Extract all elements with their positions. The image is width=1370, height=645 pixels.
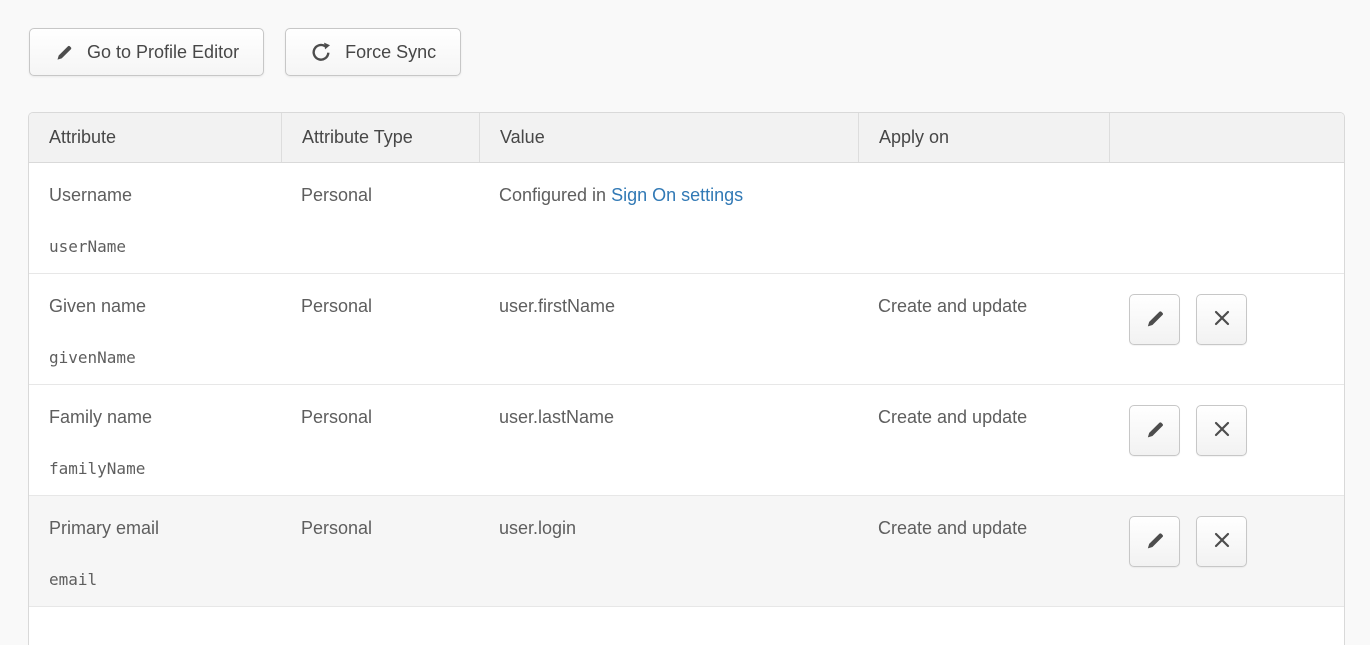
apply-on-cell: Create and update [858, 496, 1109, 606]
pencil-icon [1144, 307, 1166, 332]
attribute-variable: givenName [49, 347, 261, 369]
edit-attribute-button[interactable] [1129, 516, 1180, 567]
header-value: Value [479, 113, 858, 162]
attribute-variable: familyName [49, 458, 261, 480]
pencil-icon [1144, 418, 1166, 443]
pencil-icon [54, 42, 74, 62]
table-row-partial [29, 607, 1344, 644]
attribute-cell: Given name givenName [29, 274, 281, 384]
edit-attribute-button[interactable] [1129, 294, 1180, 345]
x-icon [1211, 418, 1233, 443]
apply-on-cell: Create and update [858, 274, 1109, 384]
value-cell: user.firstName [479, 274, 858, 384]
x-icon [1211, 529, 1233, 554]
force-sync-button[interactable]: Force Sync [285, 28, 461, 76]
value-cell: user.lastName [479, 385, 858, 495]
actions-cell [1109, 496, 1344, 606]
attribute-type-cell: Personal [281, 163, 479, 273]
attribute-mappings-table: Attribute Attribute Type Value Apply on … [28, 112, 1345, 645]
value-cell: Configured inSign On settings [479, 163, 858, 273]
table-header-row: Attribute Attribute Type Value Apply on [29, 113, 1344, 163]
attribute-label: Primary email [49, 517, 261, 539]
attribute-cell: Primary email email [29, 496, 281, 606]
header-attribute: Attribute [29, 113, 281, 162]
remove-attribute-button[interactable] [1196, 516, 1247, 567]
actions-cell [1109, 385, 1344, 495]
attribute-type-cell: Personal [281, 274, 479, 384]
table-row: Primary email email Personal user.login … [29, 496, 1344, 607]
attribute-label: Family name [49, 406, 261, 428]
value-cell: user.login [479, 496, 858, 606]
actions-cell [1109, 274, 1344, 384]
header-attribute-type: Attribute Type [281, 113, 479, 162]
actions-cell [1109, 163, 1344, 273]
table-row: Username userName Personal Configured in… [29, 163, 1344, 274]
attribute-variable: email [49, 569, 261, 591]
attribute-label: Username [49, 184, 261, 206]
value-text: Configured in [499, 185, 606, 205]
attribute-cell: Family name familyName [29, 385, 281, 495]
remove-attribute-button[interactable] [1196, 405, 1247, 456]
apply-on-cell [858, 163, 1109, 273]
header-actions [1109, 113, 1344, 162]
attribute-label: Given name [49, 295, 261, 317]
force-sync-label: Force Sync [345, 42, 436, 63]
sign-on-settings-link[interactable]: Sign On settings [611, 185, 743, 205]
header-apply-on: Apply on [858, 113, 1109, 162]
go-to-profile-editor-button[interactable]: Go to Profile Editor [29, 28, 264, 76]
remove-attribute-button[interactable] [1196, 294, 1247, 345]
refresh-icon [310, 41, 332, 63]
attribute-type-cell: Personal [281, 385, 479, 495]
go-to-profile-editor-label: Go to Profile Editor [87, 42, 239, 63]
attribute-variable: userName [49, 236, 261, 258]
table-row: Family name familyName Personal user.las… [29, 385, 1344, 496]
toolbar: Go to Profile Editor Force Sync [29, 28, 461, 76]
x-icon [1211, 307, 1233, 332]
apply-on-cell: Create and update [858, 385, 1109, 495]
table-row: Given name givenName Personal user.first… [29, 274, 1344, 385]
pencil-icon [1144, 529, 1166, 554]
edit-attribute-button[interactable] [1129, 405, 1180, 456]
attribute-cell: Username userName [29, 163, 281, 273]
attribute-type-cell: Personal [281, 496, 479, 606]
